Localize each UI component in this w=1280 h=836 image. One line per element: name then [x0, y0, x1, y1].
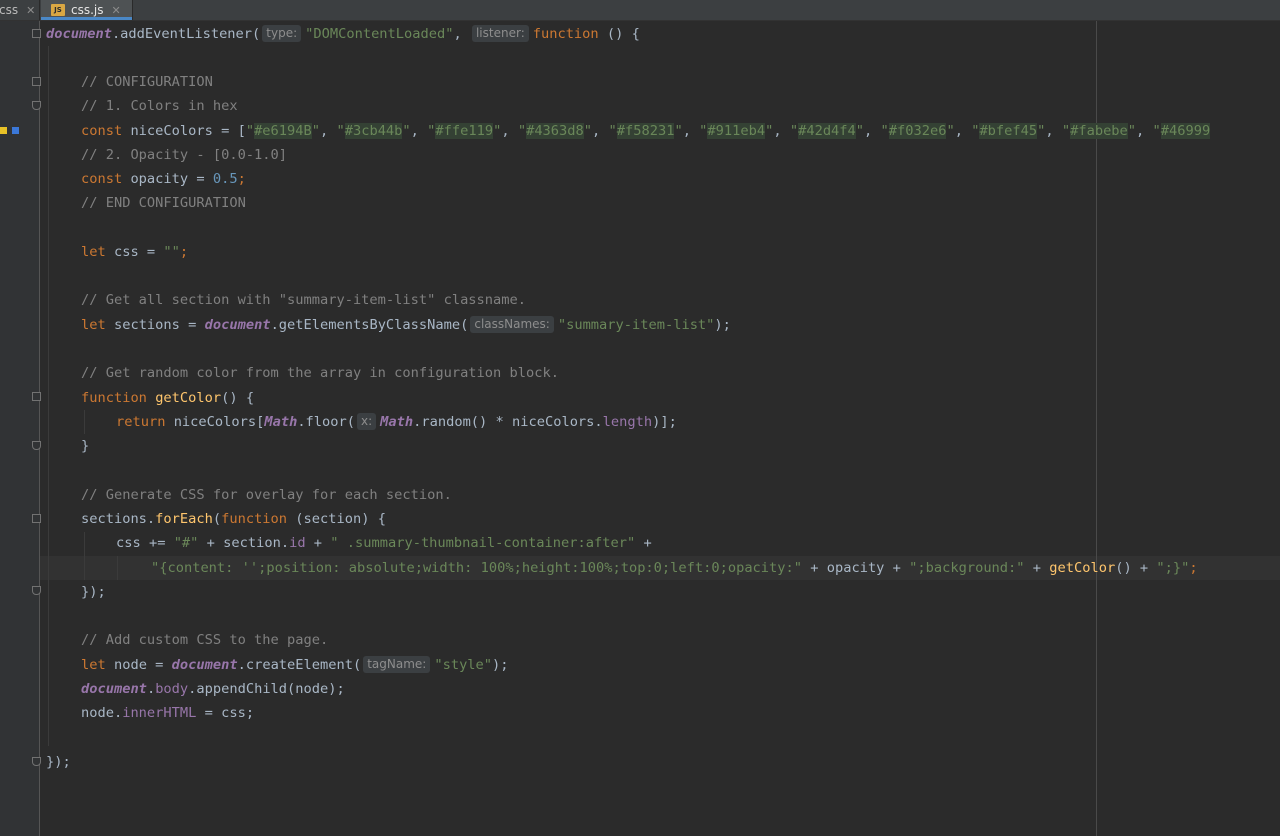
color-preview-icon [12, 127, 19, 134]
code-line: }); [46, 754, 71, 770]
fold-toggle-icon[interactable] [32, 77, 41, 86]
fold-toggle-icon[interactable] [32, 757, 41, 766]
code-line: } [81, 438, 90, 454]
close-icon[interactable]: ✕ [26, 4, 35, 17]
code-line: document.body.appendChild(node); [81, 681, 345, 697]
code-line: const niceColors = ["#e6194B", "#3cb44b"… [81, 123, 1211, 139]
code-line: return niceColors[Math.floor(x: Math.rand… [116, 413, 677, 430]
fold-toggle-icon[interactable] [32, 392, 41, 401]
change-marker-icon [0, 127, 7, 134]
fold-toggle-icon[interactable] [32, 514, 41, 523]
color-string: "#bfef45" [971, 123, 1046, 139]
tab-css-js[interactable]: JS css.js ✕ [41, 0, 133, 20]
color-string: "#4363d8" [517, 123, 593, 139]
code-line: let sections = document.getElementsByCla… [81, 316, 731, 333]
color-string: "#f58231" [608, 123, 683, 139]
editor-gutter [0, 21, 40, 836]
javascript-file-icon: JS [51, 4, 65, 16]
code-comment: // Add custom CSS to the page. [81, 632, 329, 648]
parameter-hint: listener: [471, 25, 529, 42]
parameter-hint: x: [357, 413, 377, 430]
code-comment: // Get random color from the array in co… [81, 365, 559, 381]
right-margin-guide [1096, 21, 1097, 836]
code-line-current: "{content: '';position: absolute;width: … [151, 560, 1198, 576]
indent-guide [84, 410, 85, 434]
code-line: function getColor() { [81, 390, 255, 406]
code-line: let css = ""; [81, 244, 189, 260]
code-comment: // CONFIGURATION [81, 74, 213, 90]
color-string: "#911eb4" [699, 123, 774, 139]
tab-label: css.js [71, 3, 104, 17]
parameter-hint: type: [262, 25, 302, 42]
color-string: "#f032e6" [880, 123, 955, 139]
code-line: node.innerHTML = css; [81, 705, 255, 721]
code-line: sections.forEach(function (section) { [81, 511, 386, 527]
color-string: "#e6194B" [245, 123, 320, 139]
code-line: document.addEventListener(type: "DOMConte… [46, 25, 640, 42]
color-string: "#fabebe" [1061, 123, 1137, 139]
close-icon[interactable]: ✕ [112, 4, 121, 17]
fold-toggle-icon[interactable] [32, 586, 41, 595]
color-string: "#46999 [1152, 123, 1211, 139]
color-string: "#3cb44b" [336, 123, 411, 139]
parameter-hint: tagName: [363, 656, 431, 673]
fold-toggle-icon[interactable] [32, 101, 41, 110]
editor-tab-bar: css ✕ JS css.js ✕ [0, 0, 1280, 21]
code-comment: // 1. Colors in hex [81, 98, 238, 114]
code-comment: // END CONFIGURATION [81, 195, 246, 211]
code-line: const opacity = 0.5; [81, 171, 246, 187]
color-string: "#42d4f4" [789, 123, 865, 139]
code-line: css += "#" + section.id + " .summary-thu… [116, 535, 652, 551]
color-string: "#ffe119" [427, 123, 502, 139]
fold-toggle-icon[interactable] [32, 29, 41, 38]
indent-guide [48, 46, 49, 746]
code-comment: // Generate CSS for overlay for each sec… [81, 487, 452, 503]
parameter-hint: classNames: [470, 316, 554, 333]
code-comment: // Get all section with "summary-item-li… [81, 292, 526, 308]
indent-guide [84, 532, 85, 580]
tab-css[interactable]: css ✕ [0, 0, 40, 20]
fold-toggle-icon[interactable] [32, 441, 41, 450]
code-line: let node = document.createElement(tagNam… [81, 656, 509, 673]
tab-label: css [0, 3, 19, 17]
indent-guide [117, 556, 118, 580]
code-line: }); [81, 584, 106, 600]
code-comment: // 2. Opacity - [0.0-1.0] [81, 147, 288, 163]
